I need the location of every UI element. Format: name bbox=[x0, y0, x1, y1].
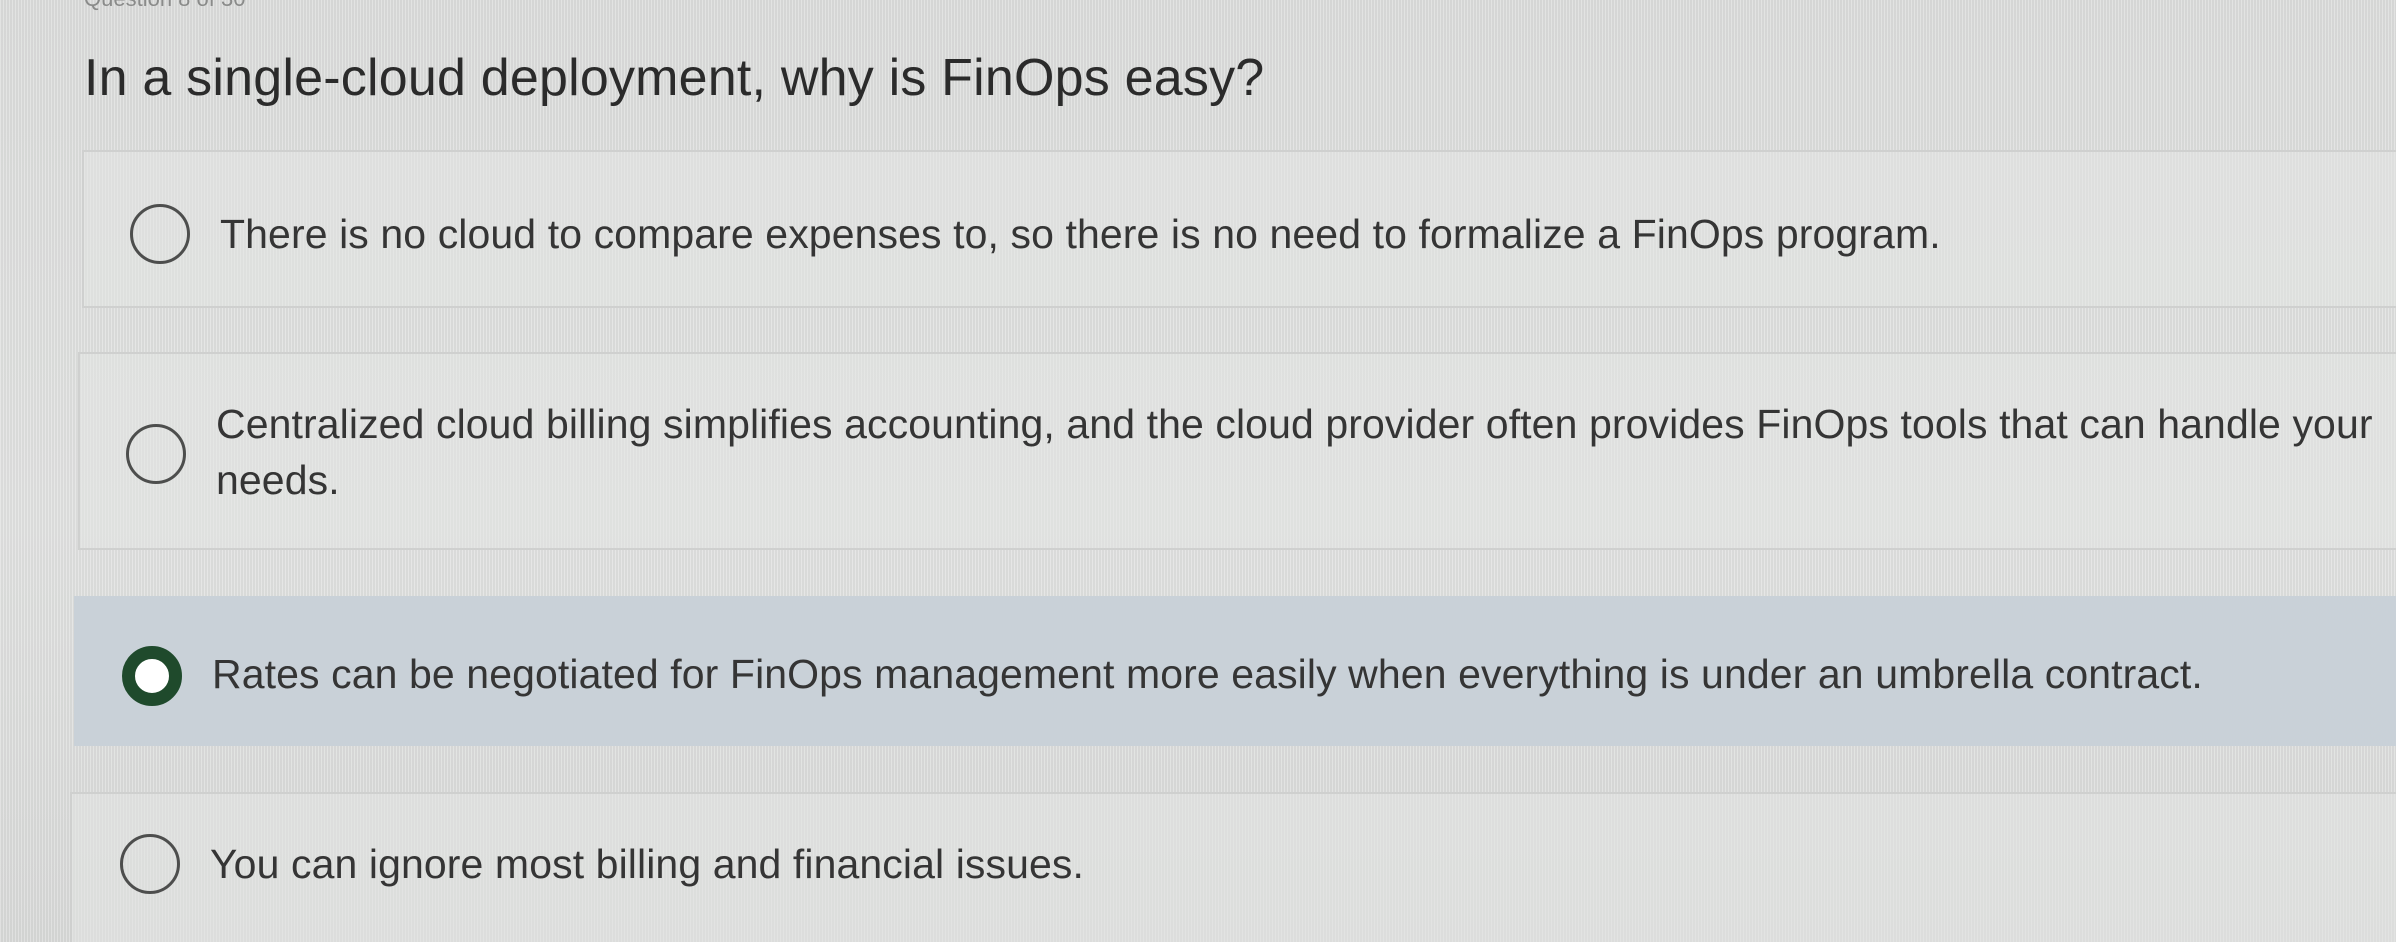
radio-button-3-selected[interactable] bbox=[122, 646, 182, 706]
answer-option-1[interactable]: There is no cloud to compare expenses to… bbox=[82, 150, 2396, 308]
radio-button-4[interactable] bbox=[120, 834, 180, 894]
answer-option-2[interactable]: Centralized cloud billing simplifies acc… bbox=[78, 352, 2396, 550]
answer-option-2-label: Centralized cloud billing simplifies acc… bbox=[216, 401, 2373, 503]
radio-button-2[interactable] bbox=[126, 424, 186, 484]
question-text: In a single-cloud deployment, why is Fin… bbox=[84, 49, 1265, 107]
answer-option-1-label: There is no cloud to compare expenses to… bbox=[220, 211, 1941, 257]
answer-option-3-label: Rates can be negotiated for FinOps manag… bbox=[212, 651, 2203, 697]
radio-button-1[interactable] bbox=[130, 204, 190, 264]
answer-option-4[interactable]: You can ignore most billing and financia… bbox=[70, 792, 2396, 942]
answer-option-4-label: You can ignore most billing and financia… bbox=[210, 841, 1085, 887]
answer-option-3[interactable]: Rates can be negotiated for FinOps manag… bbox=[74, 596, 2396, 746]
quiz-page: Question 8 of 30 In a single-cloud deplo… bbox=[0, 0, 2396, 942]
question-counter: Question 8 of 30 bbox=[84, 0, 245, 12]
